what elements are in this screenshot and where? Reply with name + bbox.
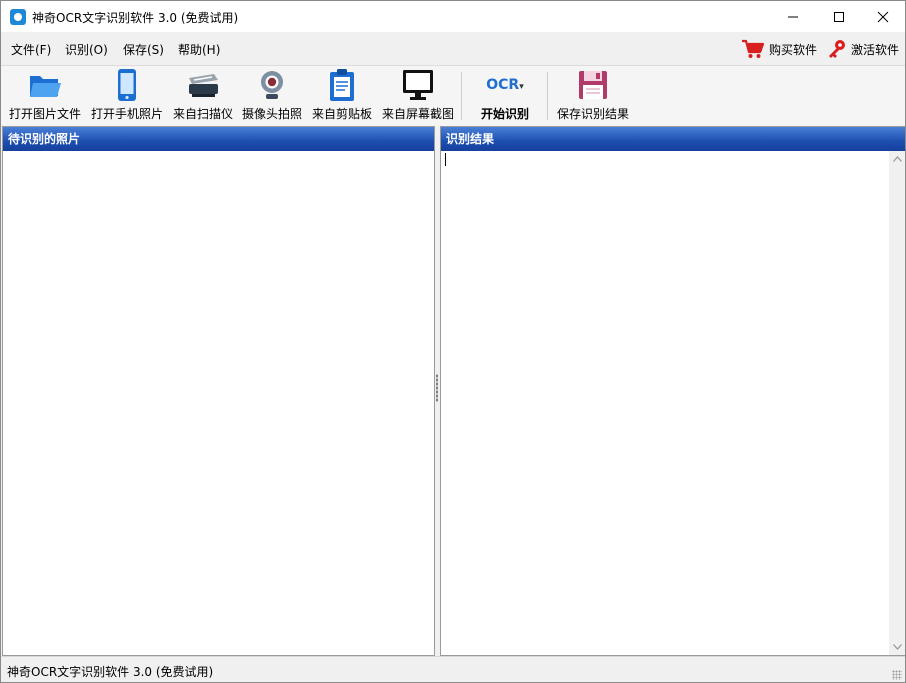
buy-software-label: 购买软件 bbox=[769, 42, 818, 57]
splitter-handle[interactable] bbox=[436, 374, 438, 402]
monitor-icon bbox=[403, 70, 433, 100]
menu-file[interactable]: 文件(F) bbox=[11, 41, 51, 58]
shopping-cart-icon bbox=[742, 39, 765, 58]
resize-grip[interactable] bbox=[892, 670, 902, 680]
save-result-label: 保存识别结果 bbox=[557, 107, 630, 121]
result-text-area[interactable] bbox=[441, 151, 889, 655]
chevron-down-icon: ▾ bbox=[519, 82, 524, 92]
image-pane-header: 待识别的照片 bbox=[3, 127, 434, 151]
minimize-button[interactable] bbox=[770, 1, 816, 32]
image-pane: 待识别的照片 bbox=[2, 126, 435, 656]
scroll-up-button[interactable] bbox=[889, 151, 905, 167]
from-clipboard-button[interactable]: 来自剪贴板 bbox=[312, 68, 372, 124]
open-image-button[interactable]: 打开图片文件 bbox=[9, 68, 81, 124]
toolbar-separator bbox=[547, 72, 548, 120]
result-pane: 识别结果 bbox=[440, 126, 905, 656]
open-image-label: 打开图片文件 bbox=[9, 107, 82, 121]
close-button[interactable] bbox=[860, 1, 905, 32]
camera-button[interactable]: 摄像头拍照 bbox=[242, 68, 302, 124]
phone-icon bbox=[118, 69, 136, 101]
app-logo-icon bbox=[10, 9, 26, 25]
menu-save[interactable]: 保存(S) bbox=[123, 41, 164, 58]
app-window: 神奇OCR文字识别软件 3.0 (免费试用) 文件(F) 识别(O) 保存(S)… bbox=[0, 0, 906, 683]
from-scanner-label: 来自扫描仪 bbox=[173, 107, 234, 121]
start-ocr-button[interactable]: OCR▾ 开始识别 bbox=[481, 68, 529, 124]
screenshot-button[interactable]: 来自屏幕截图 bbox=[382, 68, 454, 124]
floppy-disk-icon bbox=[579, 71, 607, 99]
webcam-icon bbox=[261, 71, 283, 99]
menu-ocr[interactable]: 识别(O) bbox=[65, 41, 108, 58]
clipboard-icon bbox=[330, 69, 354, 101]
activate-software-label: 激活软件 bbox=[851, 42, 900, 57]
scroll-down-button[interactable] bbox=[889, 639, 905, 655]
folder-open-icon bbox=[30, 76, 61, 97]
toolbar: 打开图片文件 打开手机照片 来自扫描仪 摄像头拍照 来自剪贴板 来自屏幕截图 O… bbox=[1, 65, 905, 126]
chevron-down-icon bbox=[892, 644, 902, 650]
menu-bar: 文件(F) 识别(O) 保存(S) 帮助(H) 购买软件 激活软件 bbox=[1, 32, 905, 65]
minimize-icon bbox=[788, 16, 798, 17]
open-phone-button[interactable]: 打开手机照片 bbox=[91, 68, 163, 124]
save-result-button[interactable]: 保存识别结果 bbox=[557, 68, 629, 124]
activate-software-button[interactable]: 激活软件 bbox=[827, 37, 899, 61]
toolbar-separator bbox=[461, 72, 462, 120]
close-icon bbox=[877, 11, 889, 22]
open-phone-label: 打开手机照片 bbox=[91, 107, 164, 121]
from-scanner-button[interactable]: 来自扫描仪 bbox=[173, 68, 233, 124]
menu-help[interactable]: 帮助(H) bbox=[178, 41, 220, 58]
result-pane-header: 识别结果 bbox=[441, 127, 905, 151]
window-title: 神奇OCR文字识别软件 3.0 (免费试用) bbox=[32, 11, 239, 25]
start-ocr-label: 开始识别 bbox=[481, 107, 530, 121]
maximize-button[interactable] bbox=[816, 1, 862, 32]
ocr-dropdown-badge: OCR▾ bbox=[486, 77, 524, 93]
from-clipboard-label: 来自剪贴板 bbox=[312, 107, 373, 121]
buy-software-button[interactable]: 购买软件 bbox=[741, 37, 817, 61]
chevron-up-icon bbox=[892, 156, 902, 162]
status-text: 神奇OCR文字识别软件 3.0 (免费试用) bbox=[7, 665, 214, 679]
result-scrollbar[interactable] bbox=[889, 151, 905, 655]
key-icon bbox=[829, 40, 845, 58]
scanner-icon bbox=[189, 74, 218, 97]
status-bar: 神奇OCR文字识别软件 3.0 (免费试用) bbox=[1, 656, 905, 682]
text-caret bbox=[445, 153, 446, 166]
camera-label: 摄像头拍照 bbox=[242, 107, 303, 121]
screenshot-label: 来自屏幕截图 bbox=[382, 107, 455, 121]
maximize-icon bbox=[834, 11, 844, 22]
title-bar: 神奇OCR文字识别软件 3.0 (免费试用) bbox=[1, 1, 905, 32]
